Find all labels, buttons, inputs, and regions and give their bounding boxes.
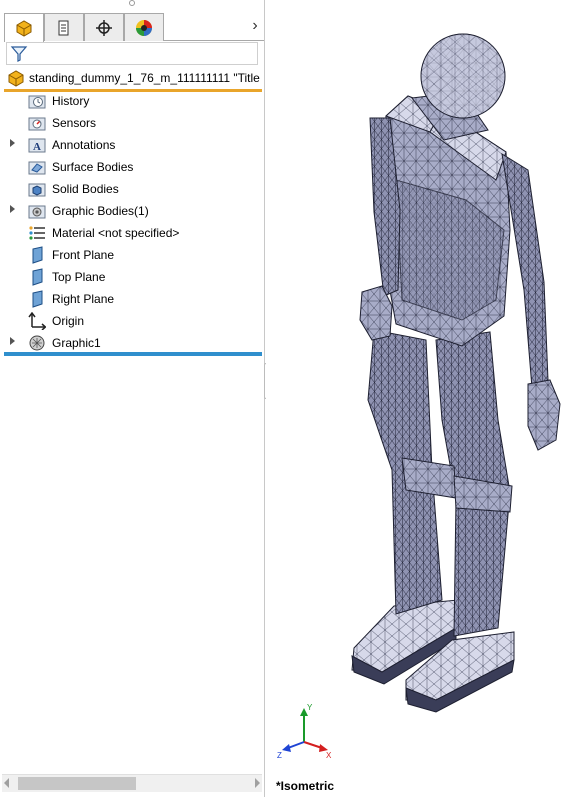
panel-grip-handle[interactable] [129,0,135,6]
tab-featuremanager[interactable] [4,13,44,42]
tree-item-front-plane[interactable]: Front Plane [0,244,262,266]
scroll-left-arrow-icon[interactable] [4,778,9,788]
triad-z-label: Z [277,751,282,760]
plane-icon [32,246,43,264]
plane-icon [32,290,43,308]
scroll-right-arrow-icon[interactable] [255,778,260,788]
tree-item-sensors[interactable]: Sensors [0,112,262,134]
rollback-bar[interactable] [4,352,262,356]
tree-item-label: Material <not specified> [52,226,180,240]
triad-x-label: X [326,751,332,760]
tree-root-label: standing_dummy_1_76_m_111111111 "Title B [29,71,262,85]
tree-item-label: Graphic1 [52,336,101,350]
tab-appearance[interactable] [124,13,164,41]
tree-item-solid-bodies[interactable]: Solid Bodies [0,178,262,200]
sensors-folder-icon [28,117,46,131]
tree-item-label: Solid Bodies [52,182,119,196]
part-icon [8,70,24,87]
tree-item-annotations[interactable]: A Annotations [0,134,262,156]
solid-bodies-folder-icon [28,183,46,197]
tree-item-label: Top Plane [52,270,106,284]
history-folder-icon [28,95,46,109]
svg-text:A: A [33,141,41,153]
tab-propertymanager[interactable] [44,13,84,41]
manager-tabs: › [4,13,264,42]
triad-y-label: Y [307,703,313,712]
tree-item-surface-bodies[interactable]: Surface Bodies [0,156,262,178]
feature-manager-panel: › standing_dummy_1_76_m_111111111 "Title… [0,0,265,797]
filter-icon[interactable] [10,45,28,63]
dummy-mesh-model [351,33,561,713]
expand-arrow-icon[interactable] [10,139,15,147]
scrollbar-thumb[interactable] [18,777,136,790]
appearance-tab-icon [136,19,152,36]
tree-item-label: Graphic Bodies(1) [52,204,149,218]
tree-item-label: Sensors [52,116,97,130]
surface-bodies-folder-icon [28,161,46,175]
tree-item-graphic-bodies[interactable]: Graphic Bodies(1) [0,200,262,222]
expand-arrow-icon[interactable] [10,205,15,213]
annotations-folder-icon: A [28,138,46,153]
graphic-body-icon [29,335,45,351]
view-orientation-triad: Y X Z [277,703,332,760]
tree-item-label: Right Plane [52,292,115,306]
tab-configurationmanager[interactable] [84,13,124,41]
tree-root-part[interactable]: standing_dummy_1_76_m_111111111 "Title B [4,67,262,89]
graphic-bodies-folder-icon [28,205,46,219]
tree-item-graphic1[interactable]: Graphic1 [0,332,262,354]
plane-icon [32,268,43,286]
tree-item-label: Surface Bodies [52,160,134,174]
material-icon [29,226,45,240]
tree-item-origin[interactable]: Origin [0,310,262,332]
view-orientation-label: *Isometric [276,779,335,793]
tree-filter-input[interactable] [6,42,258,65]
tree-item-label: History [52,94,90,108]
tree-item-material[interactable]: Material <not specified> [0,222,262,244]
featuremanager-tab-icon [16,20,32,37]
expand-arrow-icon[interactable] [10,337,15,345]
graphics-area[interactable]: Y X Z *Isometric [266,0,584,797]
propertymanager-tab-icon [58,20,69,35]
horizontal-scrollbar[interactable] [2,774,262,792]
tree-item-right-plane[interactable]: Right Plane [0,288,262,310]
tree-item-top-plane[interactable]: Top Plane [0,266,262,288]
configurationmanager-tab-icon [96,19,112,36]
origin-icon [28,312,46,330]
tree-item-label: Front Plane [52,248,115,262]
tree-item-label: Origin [52,314,85,328]
tabs-expand-chevron[interactable]: › [248,15,262,37]
tree-item-label: Annotations [52,138,116,152]
tree-item-history[interactable]: History [0,90,262,112]
